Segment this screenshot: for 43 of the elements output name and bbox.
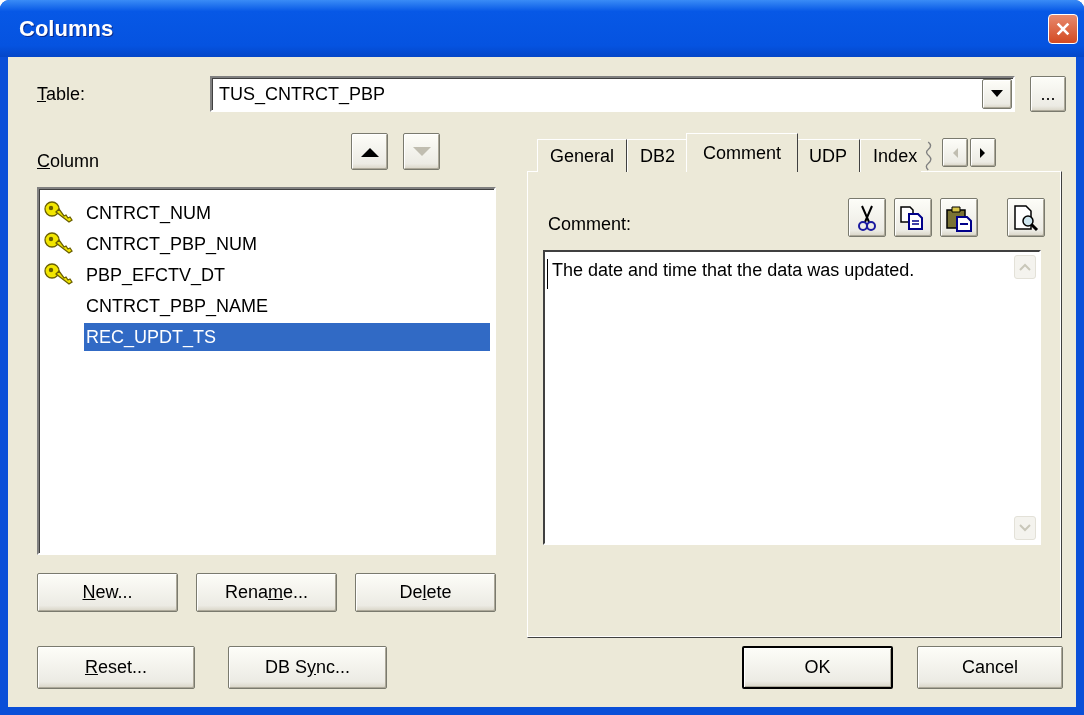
- left-arrow-icon: [952, 147, 959, 158]
- table-label: Table:: [37, 83, 87, 105]
- copy-button[interactable]: [894, 198, 932, 237]
- column-item[interactable]: CNTRCT_PBP_NUM: [84, 229, 260, 258]
- preview-button[interactable]: [1007, 198, 1045, 237]
- ok-button[interactable]: OK: [742, 646, 893, 689]
- tab[interactable]: Comment: [686, 133, 799, 172]
- column-item[interactable]: PBP_EFCTV_DT: [84, 260, 228, 289]
- paste-button[interactable]: [940, 198, 978, 237]
- tab[interactable]: DB2: [627, 139, 689, 172]
- browse-button[interactable]: ...: [1030, 76, 1066, 112]
- dropdown-button[interactable]: [982, 79, 1012, 109]
- tab-scroll-right-button[interactable]: [970, 138, 997, 167]
- table-dropdown[interactable]: TUS_CNTRCT_PBP: [210, 76, 1015, 112]
- cut-button[interactable]: [848, 198, 886, 237]
- scissors-icon: [856, 203, 878, 232]
- column-item[interactable]: REC_UPDT_TS: [84, 322, 490, 351]
- column-list[interactable]: CNTRCT_NUM CNTRCT_PBP_NUM PBP_EFCTV_DT CNTRCT_PBP_NAME REC_UPDT_TS: [37, 187, 496, 555]
- comment-field[interactable]: The date and time that the data was updated.: [543, 250, 1041, 545]
- reset-button[interactable]: Reset...: [37, 646, 195, 689]
- tab[interactable]: UDP: [796, 139, 861, 172]
- clipboard-icon: [945, 203, 973, 232]
- list-button[interactable]: Rename...: [196, 573, 337, 612]
- column-label: Column: [37, 151, 100, 172]
- window-title: Columns: [19, 15, 114, 42]
- column-item[interactable]: CNTRCT_PBP_NAME: [84, 291, 271, 320]
- list-button[interactable]: New...: [37, 573, 178, 612]
- move-up-button[interactable]: [351, 133, 388, 170]
- list-button[interactable]: Delete: [355, 573, 496, 612]
- column-item[interactable]: CNTRCT_NUM: [84, 198, 213, 227]
- page-magnifier-icon: [1012, 203, 1040, 232]
- tab[interactable]: General: [537, 139, 628, 172]
- down-arrow-icon: [411, 145, 432, 158]
- cancel-button[interactable]: Cancel: [917, 646, 1063, 689]
- caret-icon: [991, 90, 1003, 98]
- close-button[interactable]: [1048, 13, 1078, 44]
- comment-label: Comment:: [548, 214, 633, 236]
- tab[interactable]: Index: [860, 139, 922, 172]
- right-arrow-icon: [980, 147, 987, 158]
- scrollbar[interactable]: [1014, 255, 1036, 540]
- sync-button[interactable]: DB Sync...: [228, 646, 387, 689]
- tab-cutoff-icon: [924, 141, 934, 171]
- up-arrow-icon: [359, 145, 380, 158]
